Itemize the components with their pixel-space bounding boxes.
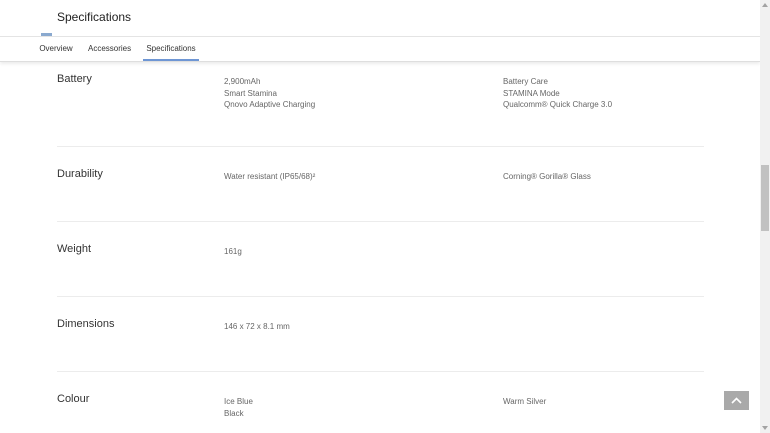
spec-values-colour-col2: Warm Silver [503,396,546,408]
spec-value: Warm Silver [503,397,547,406]
row-divider [57,146,704,147]
spec-values-battery-col2: Battery Care STAMINA Mode Qualcomm® Quic… [503,76,612,111]
page-header: Specifications [0,0,760,37]
scroll-down-arrow-icon[interactable] [762,426,768,430]
tab-bar: Overview Accessories Specifications [0,37,760,62]
spec-label-weight: Weight [57,243,92,255]
back-to-top-button[interactable] [724,391,749,410]
spec-label-durability: Durability [57,168,103,180]
spec-value: Water resistant (IP65/68)² [224,172,316,181]
row-divider [57,221,704,222]
page-title: Specifications [57,10,132,24]
row-divider [57,296,704,297]
spec-value: 2,900mAh [224,77,261,86]
vertical-scrollbar[interactable] [760,0,770,433]
spec-label-dimensions: Dimensions [57,318,115,330]
scrollbar-thumb[interactable] [761,165,769,231]
spec-values-colour-col1: Ice Blue Black [224,396,253,419]
spec-values-weight-col1: 161g [224,246,242,258]
spec-value: Smart Stamina [224,88,277,98]
spec-value: Black [224,408,244,418]
spec-value: Corning® Gorilla® Glass [503,172,591,181]
spec-value: 161g [224,247,242,256]
tab-overview[interactable]: Overview [39,37,73,61]
chevron-up-icon [731,397,742,404]
spec-value: Ice Blue [224,397,253,406]
tab-specifications[interactable]: Specifications [143,37,199,61]
tab-accessories[interactable]: Accessories [88,37,131,61]
scroll-up-arrow-icon[interactable] [762,3,768,7]
spec-value: STAMINA Mode [503,88,560,98]
spec-values-dimensions-col1: 146 x 72 x 8.1 mm [224,321,290,333]
spec-label-colour: Colour [57,393,90,405]
spec-values-durability-col2: Corning® Gorilla® Glass [503,171,591,183]
spec-label-battery: Battery [57,73,92,85]
spec-values-durability-col1: Water resistant (IP65/68)² [224,171,315,183]
spec-values-battery-col1: 2,900mAh Smart Stamina Qnovo Adaptive Ch… [224,76,315,111]
spec-value: 146 x 72 x 8.1 mm [224,322,290,331]
header-accent-mark [41,33,52,36]
spec-value: Qualcomm® Quick Charge 3.0 [503,100,613,109]
row-divider [57,371,704,372]
spec-value: Battery Care [503,77,548,86]
spec-value: Qnovo Adaptive Charging [224,100,316,109]
